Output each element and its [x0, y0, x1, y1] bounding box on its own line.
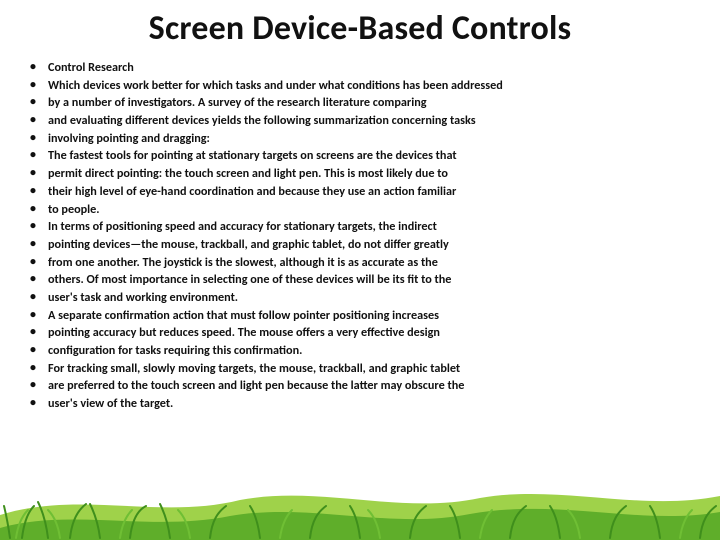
grass-footer-decoration: [0, 460, 720, 540]
list-item: are preferred to the touch screen and li…: [28, 377, 696, 395]
list-item: their high level of eye-hand coordinatio…: [28, 183, 696, 201]
list-item: Control Research: [28, 59, 696, 77]
list-item: permit direct pointing: the touch screen…: [28, 165, 696, 183]
list-item: configuration for tasks requiring this c…: [28, 342, 696, 360]
slide: Screen Device-Based Controls Control Res…: [0, 0, 720, 540]
list-item: others. Of most importance in selecting …: [28, 271, 696, 289]
list-item: user's task and working environment.: [28, 289, 696, 307]
list-item: by a number of investigators. A survey o…: [28, 94, 696, 112]
list-item: from one another. The joystick is the sl…: [28, 254, 696, 272]
list-item: In terms of positioning speed and accura…: [28, 218, 696, 236]
list-item: user's view of the target.: [28, 395, 696, 413]
list-item: A separate confirmation action that must…: [28, 307, 696, 325]
list-item: For tracking small, slowly moving target…: [28, 360, 696, 378]
slide-title: Screen Device-Based Controls: [24, 8, 696, 49]
grass-icon: [0, 460, 720, 540]
list-item: and evaluating different devices yields …: [28, 112, 696, 130]
list-item: Which devices work better for which task…: [28, 77, 696, 95]
list-item: to people.: [28, 201, 696, 219]
list-item: The fastest tools for pointing at statio…: [28, 147, 696, 165]
list-item: involving pointing and dragging:: [28, 130, 696, 148]
bullet-list: Control Research Which devices work bett…: [24, 59, 696, 413]
list-item: pointing accuracy but reduces speed. The…: [28, 324, 696, 342]
list-item: pointing devices—the mouse, trackball, a…: [28, 236, 696, 254]
